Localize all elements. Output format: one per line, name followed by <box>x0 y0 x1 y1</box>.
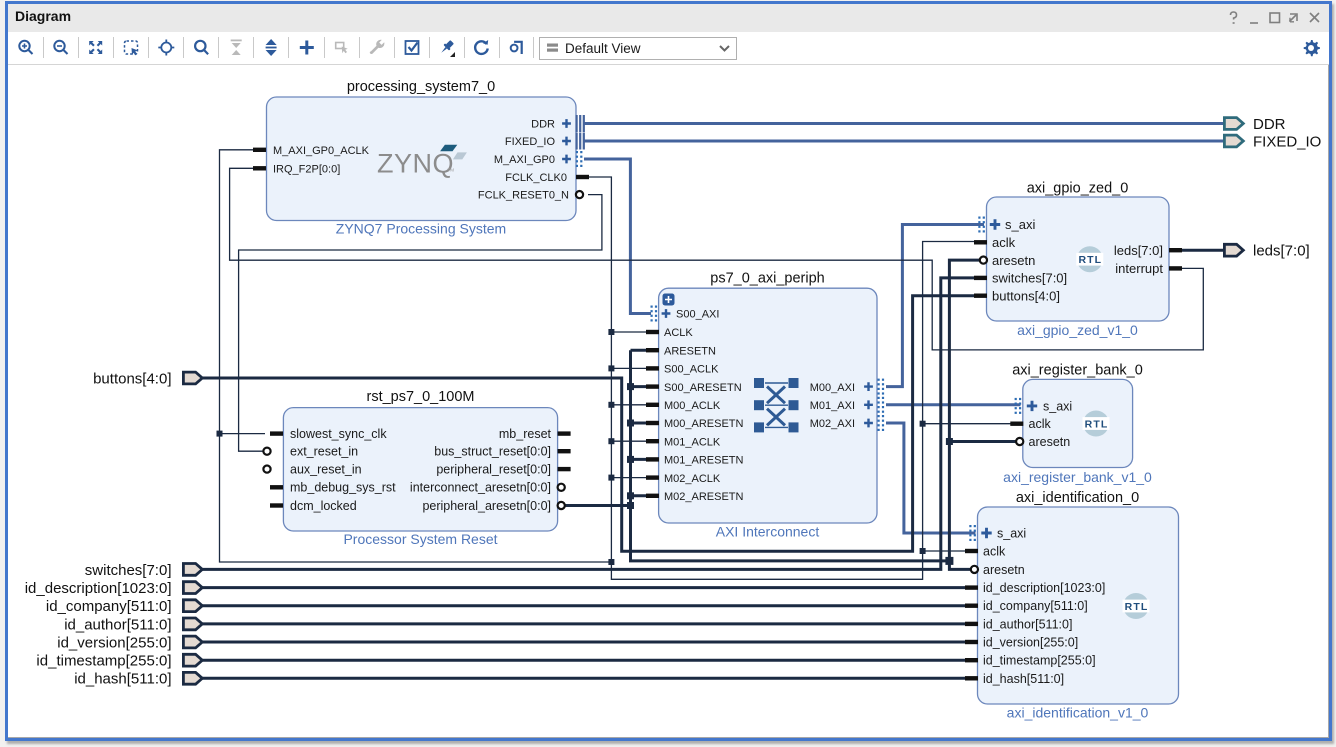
svg-text:mb_debug_sys_rst: mb_debug_sys_rst <box>290 481 396 495</box>
svg-text:id_company[511:0]: id_company[511:0] <box>46 598 172 615</box>
svg-text:M_AXI_GP0: M_AXI_GP0 <box>494 154 555 166</box>
svg-text:id_author[511:0]: id_author[511:0] <box>64 616 171 633</box>
svg-text:TM: TM <box>448 168 455 173</box>
svg-text:id_description[1023:0]: id_description[1023:0] <box>983 581 1105 595</box>
svg-text:switches[7:0]: switches[7:0] <box>992 271 1067 286</box>
svg-text:M00_ACLK: M00_ACLK <box>664 400 721 412</box>
svg-text:id_description[1023:0]: id_description[1023:0] <box>25 580 172 597</box>
svg-text:processing_system7_0: processing_system7_0 <box>347 79 495 95</box>
svg-text:M01_ARESETN: M01_ARESETN <box>664 455 744 467</box>
svg-text:ACLK: ACLK <box>664 327 693 339</box>
svg-text:aresetn: aresetn <box>1029 435 1071 449</box>
svg-text:aresetn: aresetn <box>992 253 1035 268</box>
svg-text:peripheral_aresetn[0:0]: peripheral_aresetn[0:0] <box>422 499 551 513</box>
svg-text:interrupt: interrupt <box>1115 261 1163 276</box>
svg-text:interconnect_aresetn[0:0]: interconnect_aresetn[0:0] <box>410 481 551 495</box>
svg-text:id_timestamp[255:0]: id_timestamp[255:0] <box>36 653 171 670</box>
svg-text:s_axi: s_axi <box>1043 399 1072 413</box>
svg-text:DDR: DDR <box>1253 116 1286 133</box>
svg-text:DDR: DDR <box>531 119 555 131</box>
svg-text:mb_reset: mb_reset <box>499 427 552 441</box>
svg-text:axi_register_bank_v1_0: axi_register_bank_v1_0 <box>1003 469 1152 485</box>
svg-text:ps7_0_axi_periph: ps7_0_axi_periph <box>710 271 824 287</box>
svg-text:slowest_sync_clk: slowest_sync_clk <box>290 427 387 441</box>
svg-text:axi_identification_v1_0: axi_identification_v1_0 <box>1007 705 1149 721</box>
svg-text:ARESETN: ARESETN <box>664 345 716 357</box>
svg-text:rst_ps7_0_100M: rst_ps7_0_100M <box>366 389 474 405</box>
svg-text:M01_ACLK: M01_ACLK <box>664 436 721 448</box>
svg-text:buttons[4:0]: buttons[4:0] <box>93 370 171 387</box>
svg-text:id_timestamp[255:0]: id_timestamp[255:0] <box>983 654 1096 668</box>
svg-text:switches[7:0]: switches[7:0] <box>85 562 172 579</box>
svg-text:M00_ARESETN: M00_ARESETN <box>664 418 744 430</box>
svg-text:peripheral_reset[0:0]: peripheral_reset[0:0] <box>436 463 551 477</box>
svg-text:FIXED_IO: FIXED_IO <box>505 136 556 148</box>
svg-text:leds[7:0]: leds[7:0] <box>1114 243 1163 258</box>
svg-text:axi_gpio_zed_0: axi_gpio_zed_0 <box>1027 181 1129 197</box>
svg-text:aclk: aclk <box>983 545 1006 559</box>
svg-text:leds[7:0]: leds[7:0] <box>1253 243 1310 260</box>
svg-text:FIXED_IO: FIXED_IO <box>1253 133 1321 150</box>
svg-text:M02_ARESETN: M02_ARESETN <box>664 491 744 503</box>
svg-text:aux_reset_in: aux_reset_in <box>290 463 362 477</box>
svg-text:ext_reset_in: ext_reset_in <box>290 445 358 459</box>
svg-text:S00_ARESETN: S00_ARESETN <box>664 382 742 394</box>
svg-text:id_version[255:0]: id_version[255:0] <box>57 634 171 651</box>
svg-text:S00_ACLK: S00_ACLK <box>664 364 719 376</box>
svg-text:axi_register_bank_0: axi_register_bank_0 <box>1012 363 1143 379</box>
svg-text:FCLK_RESET0_N: FCLK_RESET0_N <box>478 190 569 202</box>
svg-text:bus_struct_reset[0:0]: bus_struct_reset[0:0] <box>434 445 551 459</box>
svg-text:AXI Interconnect: AXI Interconnect <box>716 524 820 540</box>
svg-text:id_version[255:0]: id_version[255:0] <box>983 636 1078 650</box>
svg-text:M02_AXI: M02_AXI <box>810 418 855 430</box>
svg-text:s_axi: s_axi <box>1005 217 1035 232</box>
svg-text:M01_AXI: M01_AXI <box>810 400 855 412</box>
svg-text:aresetn: aresetn <box>983 563 1025 577</box>
svg-text:aclk: aclk <box>992 235 1016 250</box>
svg-text:id_hash[511:0]: id_hash[511:0] <box>74 671 171 688</box>
svg-text:M02_ACLK: M02_ACLK <box>664 473 721 485</box>
svg-text:axi_gpio_zed_v1_0: axi_gpio_zed_v1_0 <box>1017 322 1138 338</box>
svg-text:s_axi: s_axi <box>997 527 1026 541</box>
svg-text:FCLK_CLK0: FCLK_CLK0 <box>505 172 567 184</box>
svg-text:id_hash[511:0]: id_hash[511:0] <box>983 672 1064 686</box>
svg-text:aclk: aclk <box>1029 417 1052 431</box>
svg-text:dcm_locked: dcm_locked <box>290 499 357 513</box>
svg-text:ZYNQ7 Processing System: ZYNQ7 Processing System <box>336 221 506 237</box>
svg-text:ZYNQ: ZYNQ <box>377 149 454 179</box>
svg-text:Processor System Reset: Processor System Reset <box>343 531 497 547</box>
svg-text:id_company[511:0]: id_company[511:0] <box>983 599 1088 613</box>
svg-text:id_author[511:0]: id_author[511:0] <box>983 617 1072 631</box>
svg-text:axi_identification_0: axi_identification_0 <box>1016 490 1139 506</box>
svg-text:M_AXI_GP0_ACLK: M_AXI_GP0_ACLK <box>273 145 370 157</box>
svg-text:M00_AXI: M00_AXI <box>810 382 855 394</box>
svg-text:buttons[4:0]: buttons[4:0] <box>992 288 1060 303</box>
svg-text:IRQ_F2P[0:0]: IRQ_F2P[0:0] <box>273 163 340 175</box>
svg-text:S00_AXI: S00_AXI <box>676 309 719 321</box>
